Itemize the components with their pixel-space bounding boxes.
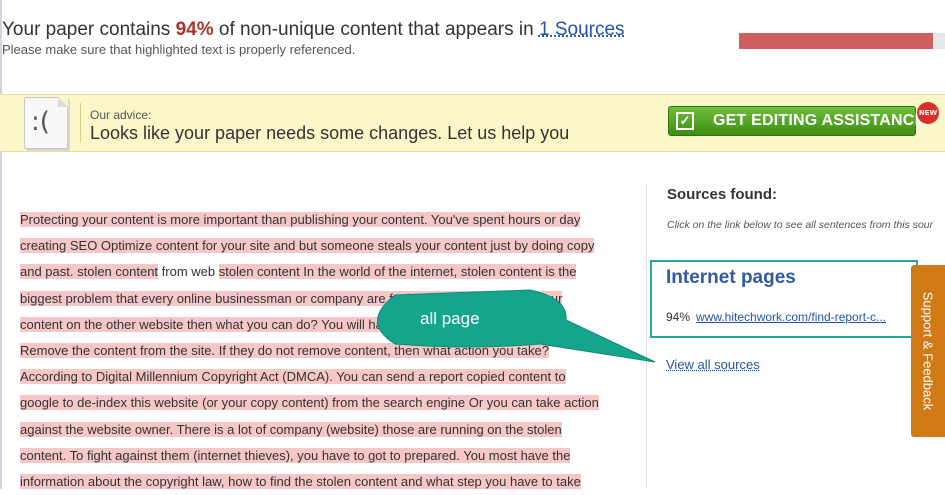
content-line: Remove the content from the site. If the…: [20, 338, 620, 364]
new-badge: NEW: [917, 102, 939, 124]
highlighted-text: content. To fight against them (internet…: [20, 447, 571, 463]
reference-hint: Please make sure that highlighted text i…: [2, 42, 356, 57]
highlighted-text: information about the copyright law, how…: [20, 474, 581, 490]
highlighted-text: Protecting your content is more importan…: [20, 212, 581, 227]
result-summary: Your paper contains 94% of non-unique co…: [2, 19, 625, 41]
content-line: According to Digital Millennium Copyrigh…: [20, 364, 620, 390]
support-feedback-tab[interactable]: Support & Feedback: [911, 265, 945, 437]
get-editing-assistance-button[interactable]: ✓ GET EDITING ASSISTANCE: [668, 106, 925, 136]
column-divider: [646, 184, 647, 489]
highlighted-text: biggest problem that every online busine…: [20, 290, 563, 306]
support-feedback-label: Support & Feedback: [920, 291, 936, 411]
highlighted-text: against the website owner. There is a lo…: [20, 421, 562, 437]
highlighted-text: google to de-index this website (or your…: [20, 395, 599, 411]
content-line: and past. stolen content from web stolen…: [20, 259, 620, 285]
content-line: content on the other website then what y…: [20, 312, 620, 338]
sad-face-glyph: :(: [31, 107, 50, 137]
plain-text: from web: [158, 264, 219, 280]
sources-count-link[interactable]: 1 Sources: [539, 19, 625, 40]
highlighted-text: and past. stolen content: [20, 264, 159, 280]
content-line: google to de-index this website (or your…: [20, 390, 620, 416]
advice-banner: :( Our advice: Looks like your paper nee…: [0, 94, 945, 152]
sources-title: Sources found:: [667, 186, 778, 203]
source-percent: 94%: [666, 310, 691, 324]
content-line: creating SEO Optimize content for your s…: [20, 233, 620, 259]
sources-hint: Click on the link below to see all sente…: [667, 219, 934, 231]
content-line: information about the copyright law, how…: [20, 469, 620, 495]
uniqueness-progress-bar: [739, 33, 945, 49]
checked-content: Protecting your content is more importan…: [20, 207, 620, 495]
internet-pages-box: Internet pages 94% www.hitechwork.com/fi…: [650, 260, 918, 338]
sad-document-icon: :(: [24, 97, 68, 149]
content-line: biggest problem that every online busine…: [20, 286, 620, 312]
highlighted-text: creating SEO Optimize content for your s…: [20, 238, 595, 254]
source-url-link[interactable]: www.hitechwork.com/find-report-c...: [696, 310, 886, 324]
highlighted-text: stolen content In the world of the inter…: [218, 264, 577, 280]
plagiarism-percent: 94%: [175, 19, 214, 40]
editing-button-label: GET EDITING ASSISTANCE: [713, 112, 926, 129]
checkbox-icon: ✓: [676, 112, 694, 130]
content-line: against the website owner. There is a lo…: [20, 417, 620, 443]
advice-text: Looks like your paper needs some changes…: [90, 123, 570, 143]
view-all-sources-link[interactable]: View all sources: [666, 357, 760, 372]
content-line: content. To fight against them (internet…: [20, 443, 620, 469]
highlighted-text: Remove the content from the site. If the…: [20, 343, 549, 359]
internet-pages-title: Internet pages: [666, 267, 796, 288]
advice-divider: [80, 103, 81, 143]
result-middle: of non-unique content that appears in: [218, 19, 534, 40]
progress-fill: [739, 33, 933, 49]
callout-label: all page: [420, 309, 480, 328]
highlighted-text: According to Digital Millennium Copyrigh…: [20, 369, 566, 385]
left-border: [0, 0, 2, 489]
content-line: Protecting your content is more importan…: [20, 207, 620, 233]
result-prefix: Your paper contains: [2, 19, 171, 40]
advice-label: Our advice:: [90, 108, 152, 122]
